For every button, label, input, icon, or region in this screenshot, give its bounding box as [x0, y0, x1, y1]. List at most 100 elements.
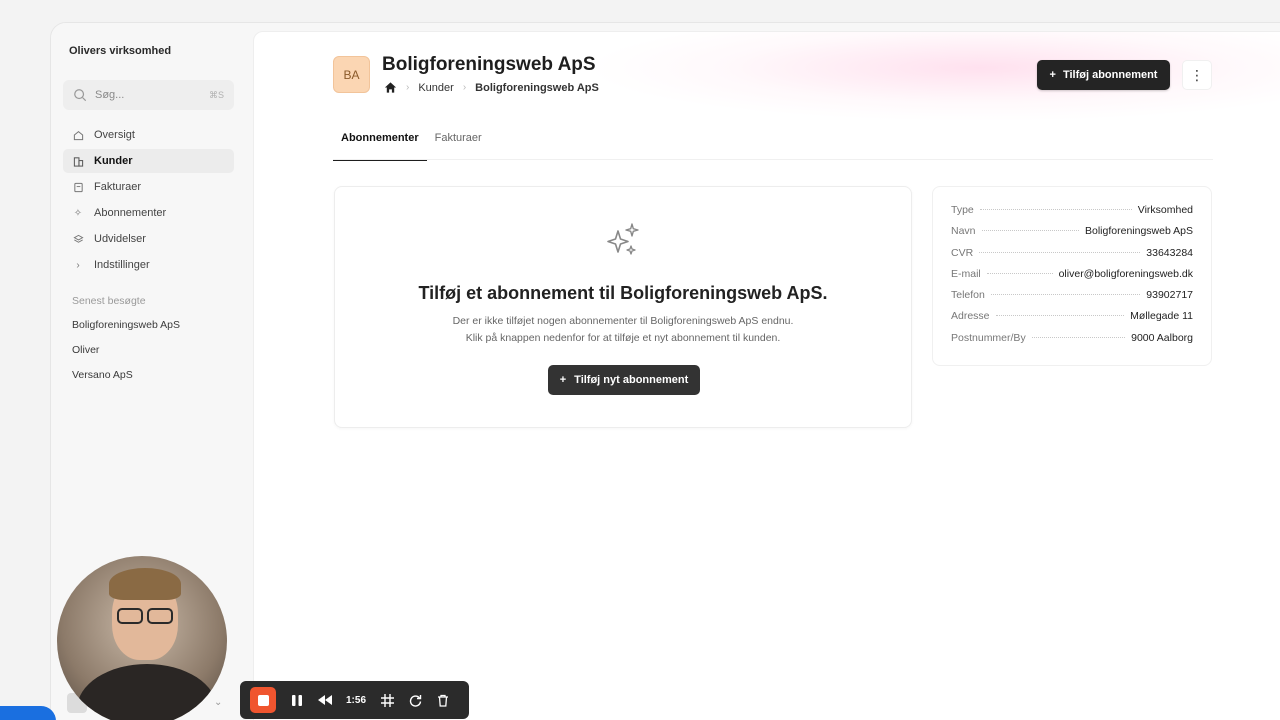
sparkle-icon: ✧	[73, 207, 83, 219]
search-input[interactable]: Søg... ⌘S	[63, 80, 234, 110]
recent-item[interactable]: Oliver	[72, 344, 180, 369]
recent-item[interactable]: Boligforeningsweb ApS	[72, 319, 180, 344]
sidebar-item-udvidelser[interactable]: Udvidelser	[63, 227, 234, 251]
building-icon	[72, 155, 84, 167]
sidebar-item-label: Abonnementer	[94, 207, 167, 219]
sidebar-item-label: Indstillinger	[94, 259, 150, 271]
trash-icon[interactable]	[436, 693, 450, 707]
detail-key: Type	[951, 204, 974, 216]
glasses-left	[117, 608, 143, 624]
detail-row-type: Type Virksomhed	[951, 204, 1193, 225]
rewind-icon[interactable]	[318, 693, 332, 707]
breadcrumb-item[interactable]: Kunder	[418, 82, 453, 94]
breadcrumb-item: Boligforeningsweb ApS	[475, 81, 599, 94]
empty-state-card: Tilføj et abonnement til Boligforeningsw…	[334, 186, 912, 428]
detail-key: Navn	[951, 225, 976, 238]
add-new-subscription-button[interactable]: + Tilføj nyt abonnement	[548, 365, 700, 395]
sidebar-item-oversigt[interactable]: Oversigt	[63, 123, 234, 147]
stop-icon	[257, 694, 269, 706]
sidebar-item-label: Kunder	[94, 155, 133, 167]
recent-title: Senest besøgte	[72, 295, 146, 307]
customer-details-card: Type Virksomhed Navn Boligforeningsweb ApS…	[932, 186, 1212, 366]
org-name[interactable]: Olivers virksomhed	[69, 45, 171, 57]
home-icon	[72, 129, 84, 141]
dotted-leader	[995, 315, 1125, 317]
home-icon[interactable]	[384, 81, 397, 94]
recording-time: 1:56	[346, 694, 367, 706]
detail-row-navn: Navn Boligforeningsweb ApS	[951, 225, 1193, 246]
sidebar-item-abonnementer[interactable]: ✧ Abonnementer	[63, 201, 234, 225]
tabs: Abonnementer Fakturaer	[333, 128, 490, 161]
glasses-right	[147, 608, 173, 624]
breadcrumb: › Kunder › Boligforeningsweb ApS	[384, 81, 599, 94]
layers-icon	[72, 233, 84, 245]
sidebar-nav: Oversigt Kunder Fakturaer ✧ Abonnementer…	[63, 123, 234, 279]
dotted-leader	[986, 272, 1053, 274]
dotted-leader	[990, 294, 1141, 296]
grid-icon[interactable]	[380, 693, 394, 707]
recent-list: Boligforeningsweb ApS Oliver Versano ApS	[72, 319, 180, 394]
detail-value: 33643284	[1146, 246, 1193, 259]
detail-key: Adresse	[951, 310, 990, 323]
restart-icon[interactable]	[408, 693, 422, 707]
detail-key: Postnummer/By	[951, 331, 1026, 344]
tab-fakturaer[interactable]: Fakturaer	[427, 128, 490, 161]
detail-key: E-mail	[951, 267, 981, 280]
empty-state-desc-line: Klik på knappen nedenfor for at tilføje …	[465, 332, 781, 344]
sidebar-item-label: Udvidelser	[94, 233, 146, 245]
pause-icon[interactable]	[290, 693, 304, 707]
sidebar-item-kunder[interactable]: Kunder	[63, 149, 234, 173]
add-subscription-label: Tilføj abonnement	[1062, 69, 1158, 81]
detail-value[interactable]: oliver@boligforeningsweb.dk	[1059, 268, 1193, 280]
detail-key: Telefon	[951, 289, 985, 302]
more-options-button[interactable]: ⋮	[1182, 60, 1212, 90]
tab-abonnementer[interactable]: Abonnementer	[333, 128, 427, 161]
company-avatar: BA	[333, 56, 370, 93]
person-body	[77, 664, 217, 720]
detail-value: Boligforeningsweb ApS	[1085, 225, 1193, 238]
search-shortcut: ⌘S	[208, 89, 224, 100]
add-new-subscription-label: Tilføj nyt abonnement	[574, 374, 689, 386]
empty-state-description: Der er ikke tilføjet nogen abonnementer …	[335, 313, 911, 347]
detail-value: 93902717	[1146, 289, 1193, 302]
plus-icon: +	[559, 374, 567, 386]
recent-item[interactable]: Versano ApS	[72, 369, 180, 394]
stop-recording-button[interactable]	[250, 687, 276, 713]
sidebar-item-fakturaer[interactable]: Fakturaer	[63, 175, 234, 199]
blue-corner-widget	[0, 706, 56, 720]
sparkles-icon	[607, 223, 639, 255]
recording-toolbar: 1:56	[240, 681, 469, 719]
header-gradient	[584, 32, 1280, 122]
webcam-bubble[interactable]	[57, 556, 227, 720]
detail-row-adresse: Adresse Møllegade 11	[951, 310, 1193, 331]
plus-icon: +	[1049, 69, 1056, 81]
empty-state-desc-line: Der er ikke tilføjet nogen abonnementer …	[452, 315, 794, 327]
search-icon	[74, 89, 87, 102]
more-vertical-icon: ⋮	[1190, 66, 1204, 83]
chevron-right-icon: ›	[76, 259, 80, 271]
empty-state-title: Tilføj et abonnement til Boligforeningsw…	[418, 283, 828, 303]
invoice-icon	[72, 181, 84, 193]
app-window: Olivers virksomhed Søg... ⌘S Oversigt Ku…	[50, 22, 1280, 720]
detail-row-telefon: Telefon 93902717	[951, 289, 1193, 310]
add-subscription-button[interactable]: + Tilføj abonnement	[1037, 60, 1170, 90]
person-hair	[109, 568, 181, 600]
detail-row-email: E-mail oliver@boligforeningsweb.dk	[951, 268, 1193, 289]
tabs-divider	[333, 159, 1213, 160]
detail-value: Møllegade 11	[1130, 310, 1193, 323]
dotted-leader	[981, 230, 1079, 232]
detail-value: Virksomhed	[1137, 204, 1193, 216]
detail-row-postnummer: Postnummer/By 9000 Aalborg	[951, 332, 1193, 353]
sidebar-item-label: Oversigt	[94, 129, 135, 141]
chevron-right-icon: ›	[406, 82, 410, 93]
page-title: Boligforeningsweb ApS	[382, 54, 596, 75]
detail-value: 9000 Aalborg	[1131, 331, 1193, 344]
main-content: BA Boligforeningsweb ApS › Kunder › Boli…	[253, 31, 1280, 720]
detail-row-cvr: CVR 33643284	[951, 247, 1193, 268]
chevron-right-icon: ›	[462, 82, 467, 93]
sidebar-item-label: Fakturaer	[94, 181, 142, 193]
dotted-leader	[979, 209, 1132, 210]
dotted-leader	[1031, 336, 1126, 338]
dotted-leader	[979, 251, 1141, 253]
sidebar-item-indstillinger[interactable]: › Indstillinger	[63, 253, 234, 277]
